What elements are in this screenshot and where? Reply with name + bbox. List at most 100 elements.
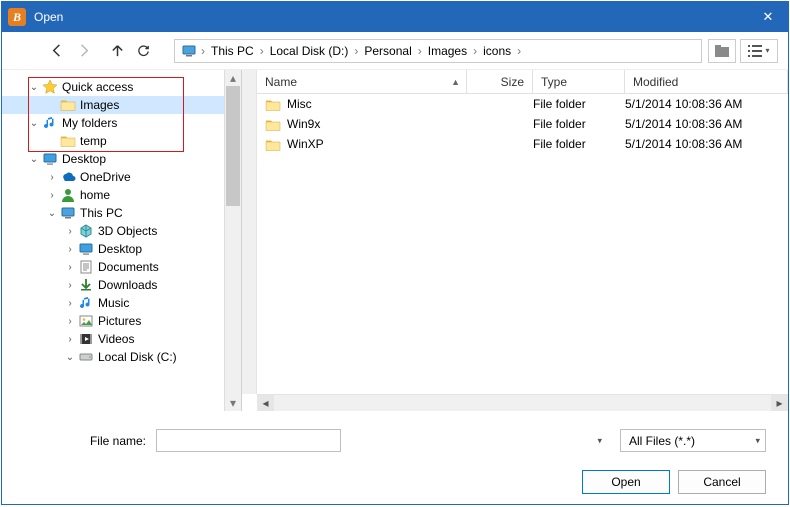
tree-toggle-icon[interactable] — [64, 298, 76, 309]
column-modified[interactable]: Modified — [625, 70, 788, 93]
scroll-thumb[interactable] — [226, 86, 240, 206]
tree-toggle-icon[interactable] — [46, 172, 58, 183]
tree-toggle-icon[interactable] — [64, 334, 76, 345]
tree-item-label: temp — [80, 134, 107, 148]
scroll-right-icon[interactable]: ▸ — [771, 395, 788, 412]
file-type: File folder — [533, 97, 625, 111]
vertical-scrollbar[interactable]: ▴ ▾ — [224, 70, 241, 411]
tree-item-label: This PC — [80, 206, 123, 220]
folder-icon — [265, 97, 281, 111]
tree-toggle-icon[interactable] — [64, 280, 76, 291]
titlebar: B Open ✕ — [2, 2, 788, 32]
chevron-down-icon: ▾ — [765, 46, 769, 55]
scroll-down-icon[interactable]: ▾ — [225, 395, 241, 411]
tree-item-label: Desktop — [62, 152, 106, 166]
breadcrumb-segment[interactable]: icons — [479, 44, 515, 58]
tree-toggle-icon[interactable] — [64, 316, 76, 327]
tree-item[interactable]: 3D Objects — [2, 222, 241, 240]
down-icon — [78, 277, 94, 293]
tree-item[interactable]: Quick access — [2, 78, 241, 96]
folder-icon — [265, 137, 281, 151]
close-icon[interactable]: ✕ — [748, 2, 788, 32]
file-modified: 5/1/2014 10:08:36 AM — [625, 97, 788, 111]
tree-toggle-icon[interactable] — [64, 352, 76, 363]
tree-item-label: Documents — [98, 260, 159, 274]
tree-item[interactable]: Music — [2, 294, 241, 312]
tree-item[interactable]: Desktop — [2, 150, 241, 168]
bottom-panel: File name: ▾ All Files (*.*) ▾ Open Canc… — [2, 411, 788, 504]
user-icon — [60, 187, 76, 203]
breadcrumb[interactable]: › This PC › Local Disk (D:) › Personal ›… — [174, 39, 702, 63]
scroll-track[interactable] — [274, 395, 771, 412]
horizontal-scrollbar[interactable]: ◂ ▸ — [257, 394, 788, 411]
filename-input[interactable] — [156, 429, 341, 452]
tree-item[interactable]: temp — [2, 132, 241, 150]
thispc-icon — [181, 43, 197, 59]
column-type[interactable]: Type — [533, 70, 625, 93]
music-icon — [78, 295, 94, 311]
tree-toggle-icon[interactable] — [46, 208, 58, 219]
tree-item-label: OneDrive — [80, 170, 131, 184]
tree-item[interactable]: My folders — [2, 114, 241, 132]
tree-toggle-icon[interactable] — [64, 244, 76, 255]
tree-item[interactable]: Desktop — [2, 240, 241, 258]
toolbar: › This PC › Local Disk (D:) › Personal ›… — [2, 32, 788, 70]
tree-toggle-icon[interactable] — [64, 262, 76, 273]
file-row[interactable]: Misc File folder5/1/2014 10:08:36 AM — [257, 94, 788, 114]
scroll-up-icon[interactable]: ▴ — [225, 70, 241, 86]
column-name[interactable]: Name▲ — [257, 70, 467, 93]
chevron-right-icon[interactable]: › — [258, 44, 266, 58]
tree-toggle-icon[interactable] — [28, 154, 40, 165]
tree-toggle-icon[interactable] — [28, 82, 40, 93]
file-type-filter[interactable]: All Files (*.*) — [620, 429, 766, 452]
tree-item[interactable]: Images — [2, 96, 241, 114]
tree-item[interactable]: Documents — [2, 258, 241, 276]
folder-icon — [60, 133, 76, 149]
tree-item-label: Quick access — [62, 80, 133, 94]
file-row[interactable]: WinXPFile folder5/1/2014 10:08:36 AM — [257, 134, 788, 154]
chevron-right-icon[interactable]: › — [471, 44, 479, 58]
tree-item-label: My folders — [62, 116, 117, 130]
tree-item-label: Desktop — [98, 242, 142, 256]
cancel-button[interactable]: Cancel — [678, 470, 766, 494]
tree-item[interactable]: Videos — [2, 330, 241, 348]
file-name: WinXP — [287, 137, 324, 151]
breadcrumb-segment[interactable]: Local Disk (D:) — [266, 44, 353, 58]
tree-item[interactable]: home — [2, 186, 241, 204]
chevron-right-icon[interactable]: › — [199, 44, 207, 58]
app-icon: B — [8, 8, 26, 26]
open-button[interactable]: Open — [582, 470, 670, 494]
up-button[interactable] — [104, 38, 130, 64]
tree-item[interactable]: This PC — [2, 204, 241, 222]
forward-button[interactable] — [70, 38, 96, 64]
chevron-right-icon[interactable]: › — [416, 44, 424, 58]
file-name: Misc — [287, 97, 312, 111]
tree-item[interactable]: Pictures — [2, 312, 241, 330]
tree-item[interactable]: Downloads — [2, 276, 241, 294]
tree-item-label: home — [80, 188, 110, 202]
column-size[interactable]: Size — [467, 70, 533, 93]
tree-toggle-icon[interactable] — [46, 190, 58, 201]
file-modified: 5/1/2014 10:08:36 AM — [625, 117, 788, 131]
folder-view-icon[interactable] — [708, 39, 736, 63]
file-name: Win9x — [287, 117, 320, 131]
navigation-tree[interactable]: Quick access Images My folders temp Desktop O… — [2, 70, 242, 411]
breadcrumb-segment[interactable]: Personal — [360, 44, 415, 58]
file-type: File folder — [533, 137, 625, 151]
breadcrumb-segment[interactable]: Images — [424, 44, 471, 58]
3dobj-icon — [78, 223, 94, 239]
tree-item[interactable]: OneDrive — [2, 168, 241, 186]
file-row[interactable]: Win9xFile folder5/1/2014 10:08:36 AM — [257, 114, 788, 134]
back-button[interactable] — [44, 38, 70, 64]
tree-toggle-icon[interactable] — [64, 226, 76, 237]
chevron-right-icon[interactable]: › — [352, 44, 360, 58]
tree-item[interactable]: Local Disk (C:) — [2, 348, 241, 366]
view-options-button[interactable]: ▾ — [740, 39, 778, 63]
breadcrumb-segment[interactable]: This PC — [207, 44, 258, 58]
chevron-right-icon[interactable]: › — [515, 44, 523, 58]
folder-icon — [60, 97, 76, 113]
tree-toggle-icon[interactable] — [28, 118, 40, 129]
refresh-button[interactable] — [130, 38, 156, 64]
scroll-left-icon[interactable]: ◂ — [257, 395, 274, 412]
chevron-down-icon[interactable]: ▾ — [597, 435, 602, 446]
